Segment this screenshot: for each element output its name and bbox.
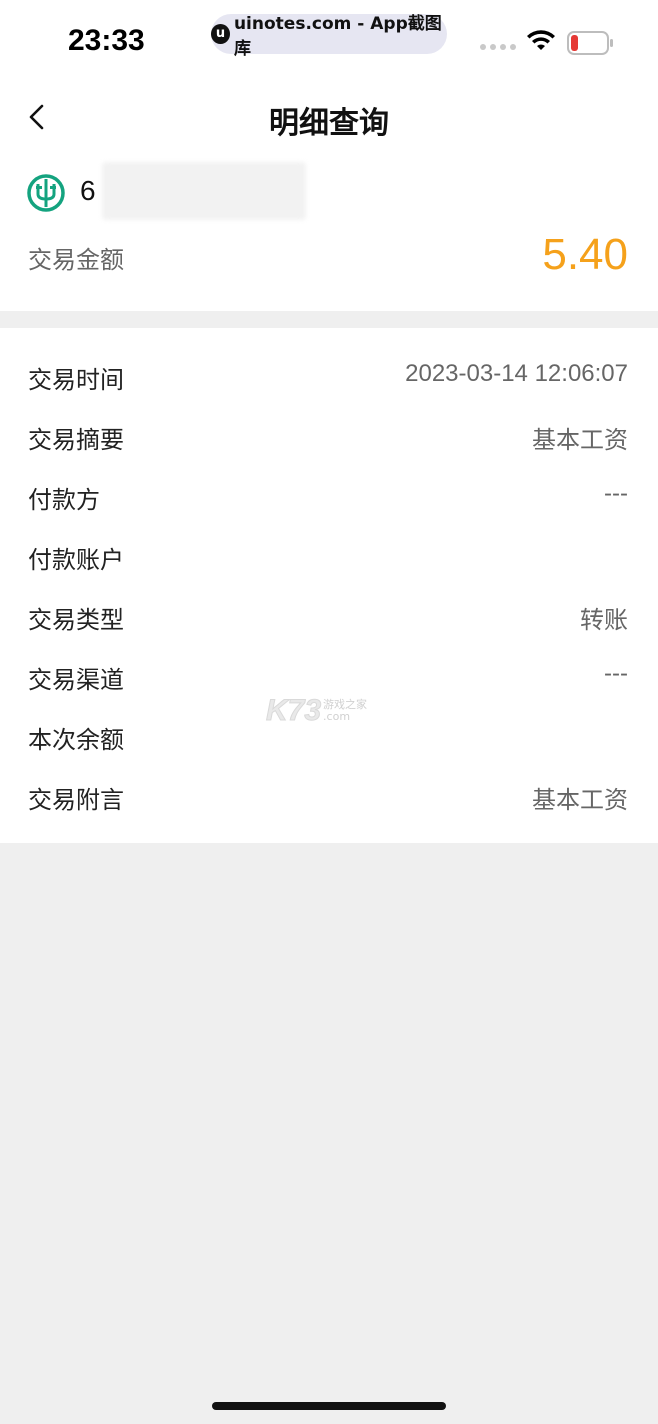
detail-label: 本次余额	[28, 726, 124, 754]
detail-row-type: 交易类型 转账	[0, 586, 658, 646]
detail-row-payer: 付款方 ---	[0, 466, 658, 526]
status-bar: 23:33 u uinotes.com - App截图库	[0, 0, 658, 80]
detail-label: 交易渠道	[28, 666, 124, 694]
detail-value: 转账	[580, 607, 628, 634]
cellular-signal-icon	[480, 44, 516, 50]
nav-bar: 明细查询	[0, 80, 658, 154]
uinotes-logo-icon: u	[211, 24, 230, 44]
account-number: 6	[80, 175, 96, 206]
detail-value: ---	[604, 480, 628, 507]
detail-row-payer-account: 付款账户	[0, 526, 658, 586]
detail-label: 付款账户	[28, 546, 124, 574]
page-title: 明细查询	[269, 106, 389, 141]
detail-row-remark: 交易附言 基本工资	[0, 766, 658, 826]
amount-value: 5.40	[542, 230, 628, 279]
detail-label: 付款方	[28, 486, 100, 514]
url-pill[interactable]: u uinotes.com - App截图库	[211, 14, 447, 59]
account-card: 6 交易金额 5.40	[0, 154, 658, 311]
detail-label: 交易类型	[28, 606, 124, 634]
detail-label: 交易摘要	[28, 426, 124, 454]
battery-icon	[567, 31, 613, 55]
watermark-sub: 游戏之家 .com	[323, 699, 367, 723]
amount-label: 交易金额	[28, 246, 124, 274]
detail-row-summary: 交易摘要 基本工资	[0, 406, 658, 466]
watermark-sub-bottom: .com	[323, 710, 351, 723]
detail-label: 交易附言	[28, 786, 124, 814]
detail-value: 基本工资	[532, 427, 628, 454]
detail-value: ---	[604, 660, 628, 687]
home-indicator[interactable]	[212, 1402, 446, 1410]
details-card: 交易时间 2023-03-14 12:06:07 交易摘要 基本工资 付款方 -…	[0, 328, 658, 843]
wifi-icon	[527, 30, 555, 50]
abc-bank-logo-icon	[27, 174, 65, 212]
status-time: 23:33	[68, 24, 145, 57]
watermark: K73 游戏之家 .com	[265, 694, 367, 728]
account-number-redacted	[102, 162, 306, 220]
detail-label: 交易时间	[28, 366, 124, 394]
detail-value: 2023-03-14 12:06:07	[405, 360, 628, 387]
detail-row-time: 交易时间 2023-03-14 12:06:07	[0, 346, 658, 406]
detail-value: 基本工资	[532, 787, 628, 814]
url-text: uinotes.com - App截图库	[233, 14, 442, 59]
watermark-main: K73	[265, 694, 322, 728]
